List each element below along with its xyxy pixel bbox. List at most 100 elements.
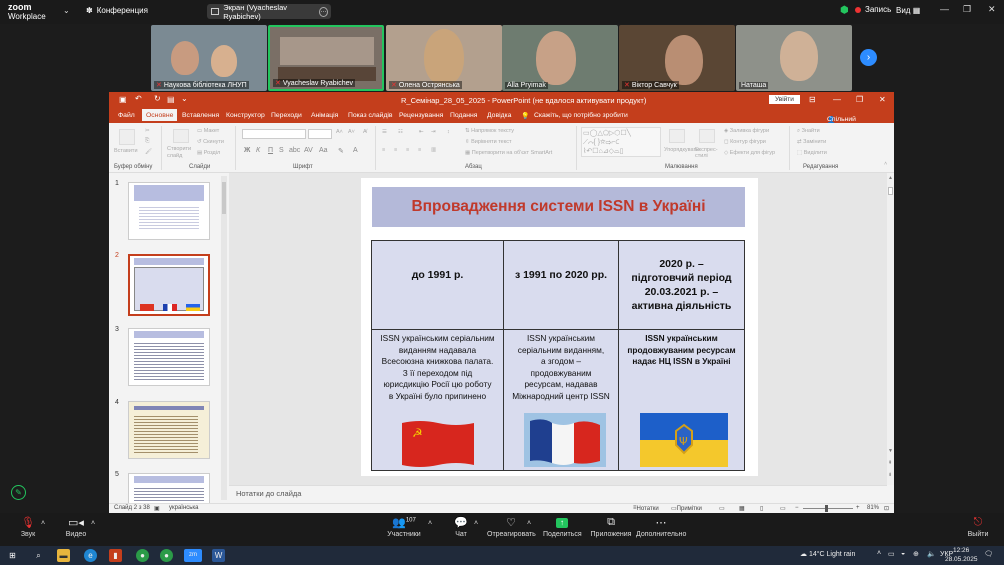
numbering-icon[interactable]: ☷ <box>398 129 403 135</box>
highlight-icon[interactable]: ✎ <box>338 147 344 155</box>
screen-share-indicator[interactable]: Экран (Vyacheslav Ryabichev) ··· <box>207 3 331 21</box>
shadow-icon[interactable]: S <box>279 147 284 154</box>
section-button[interactable]: ▤ Розділ <box>197 150 220 156</box>
chat-options-icon[interactable]: ˄ <box>474 520 478 527</box>
restore-icon[interactable]: ❐ <box>963 4 971 15</box>
comments-toggle[interactable]: ▭ Примітки <box>671 505 702 512</box>
tab-animations[interactable]: Анімація <box>311 112 338 119</box>
video-button[interactable]: ▭◂ Видео <box>64 516 88 538</box>
tab-file[interactable]: Файл <box>118 112 135 119</box>
chat-button[interactable]: 💬 Чат <box>450 516 472 538</box>
tab-help[interactable]: Довідка <box>487 112 511 119</box>
slide-thumbnail[interactable] <box>128 182 210 240</box>
layout-button[interactable]: ▭ Макет <box>197 128 219 134</box>
align-center-icon[interactable]: ≡ <box>394 147 397 153</box>
tab-view[interactable]: Подання <box>450 112 477 119</box>
slideshow-view-icon[interactable]: ▭ <box>780 505 786 512</box>
shape-fill-button[interactable]: ◈ Заливка фігури <box>724 128 769 134</box>
scrollbar-thumb[interactable] <box>888 187 893 195</box>
align-right-icon[interactable]: ≡ <box>406 147 409 153</box>
participant-tile[interactable]: Наташа <box>736 25 852 91</box>
italic-icon[interactable]: К <box>256 147 260 154</box>
tray-expand-icon[interactable]: ˄ <box>877 550 881 557</box>
bold-icon[interactable]: Ж <box>244 147 250 154</box>
search-icon[interactable]: ⌕ <box>32 549 45 562</box>
participant-tile[interactable]: ✕ Наукова бібліотека ЛНУП <box>151 25 267 91</box>
language-indicator[interactable]: українська <box>169 505 199 511</box>
normal-view-icon[interactable]: ▭ <box>719 505 725 512</box>
thumbnails-scrollbar[interactable] <box>221 176 227 500</box>
tab-review[interactable]: Рецензування <box>399 112 443 119</box>
notes-pane[interactable]: Нотатки до слайда <box>229 485 887 503</box>
audio-button[interactable]: 🎙 Звук <box>16 516 40 538</box>
leave-button[interactable]: ⎋ Выйти <box>965 516 991 538</box>
spacing-icon[interactable]: AV <box>304 147 313 154</box>
slide-sorter-icon[interactable]: ▦ <box>739 505 745 512</box>
underline-icon[interactable]: П <box>268 147 273 154</box>
view-button[interactable]: Вид ▦ <box>896 6 920 15</box>
windows-start-icon[interactable]: ⊞ <box>6 549 19 562</box>
font-size-select[interactable] <box>308 129 332 139</box>
outdent-icon[interactable]: ⇥ <box>431 129 436 135</box>
chevron-down-icon[interactable]: ⌄ <box>63 6 70 15</box>
slide-table[interactable]: до 1991 р. з 1991 по 2020 рр. 2020 р. – … <box>371 240 745 471</box>
paste-button[interactable] <box>119 129 135 145</box>
select-button[interactable]: ⬚ Виділити <box>797 150 827 156</box>
slide-scrollbar[interactable]: ▲ ▼ ⇞ ⇟ <box>887 173 894 485</box>
globe-icon[interactable]: ⊕ <box>913 550 919 558</box>
line-spacing-icon[interactable]: ↕ <box>447 129 450 135</box>
clear-format-icon[interactable]: A̸ <box>363 129 367 135</box>
quick-styles-button[interactable] <box>699 129 715 143</box>
minimize-icon[interactable]: — <box>833 95 841 104</box>
network-icon[interactable]: ◒ <box>901 550 905 557</box>
tell-me-search[interactable]: Скажіть, що потрібно зробити <box>534 112 628 119</box>
copy-icon[interactable]: ⎘ <box>145 138 149 145</box>
spellcheck-icon[interactable]: ▣ <box>154 505 160 512</box>
collapse-ribbon-icon[interactable]: ˄ <box>884 161 887 167</box>
ribbon-display-icon[interactable]: ⊟ <box>809 95 816 104</box>
tab-insert[interactable]: Вставлення <box>182 112 219 119</box>
scrollbar-thumb[interactable] <box>222 182 226 214</box>
volume-icon[interactable]: 🔈 <box>927 550 936 558</box>
slide-thumbnail[interactable] <box>128 328 210 386</box>
grow-font-icon[interactable]: A˄ <box>336 129 343 135</box>
tab-transitions[interactable]: Переходи <box>271 112 302 119</box>
arrange-button[interactable] <box>669 129 685 143</box>
minimize-icon[interactable]: — <box>940 4 949 14</box>
close-icon[interactable]: ✕ <box>879 95 886 104</box>
notifications-icon[interactable]: 🗨 <box>984 550 993 558</box>
zoom-slider[interactable] <box>803 505 853 512</box>
react-options-icon[interactable]: ˄ <box>527 520 531 527</box>
find-button[interactable]: ⌕ Знайти <box>797 128 820 135</box>
format-painter-icon[interactable]: 🖌 <box>145 149 152 155</box>
save-icon[interactable]: ▣ <box>119 95 127 104</box>
notes-toggle[interactable]: ≡ Нотатки <box>633 505 659 512</box>
justify-icon[interactable]: ≡ <box>418 147 421 153</box>
slide-canvas[interactable]: Впровадження системи ISSN в Україні до 1… <box>361 178 758 476</box>
zoom-slider-thumb[interactable] <box>825 505 828 512</box>
font-family-select[interactable] <box>242 129 306 139</box>
participant-tile[interactable]: ✕ Олена Острянська <box>386 25 502 91</box>
video-options-icon[interactable]: ˄ <box>91 520 95 527</box>
prev-slide-icon[interactable]: ⇞ <box>888 460 892 466</box>
slide-thumbnail[interactable] <box>128 473 210 503</box>
case-icon[interactable]: Aa <box>319 147 328 154</box>
next-page-button[interactable]: › <box>860 49 877 66</box>
indent-icon[interactable]: ⇤ <box>419 129 424 135</box>
zoom-out-icon[interactable]: − <box>795 505 799 511</box>
new-slide-button[interactable] <box>173 129 189 143</box>
start-slideshow-icon[interactable]: ▤ <box>167 95 175 104</box>
cut-icon[interactable]: ✂ <box>145 128 150 134</box>
participant-tile-active[interactable]: ✕ Vyacheslav Ryabichev <box>268 25 384 91</box>
zoom-app-icon[interactable]: zm <box>184 549 202 562</box>
tab-design[interactable]: Конструктор <box>226 112 265 119</box>
convert-smartart-button[interactable]: ▦ Перетворити на об'єкт SmartArt <box>465 150 552 156</box>
replace-button[interactable]: ⇄ Замінити <box>797 139 826 145</box>
align-text-button[interactable]: ⇳ Вирівняти текст <box>465 139 511 145</box>
columns-icon[interactable]: ▥ <box>431 147 436 153</box>
bullets-icon[interactable]: ☰ <box>382 129 387 135</box>
participant-tile[interactable]: Alla Pryimak <box>502 25 618 91</box>
slide-title[interactable]: Впровадження системи ISSN в Україні <box>372 187 745 227</box>
shapes-gallery[interactable]: ▭◯△⬠▷⬡☐╲ ⟋⌒{ }☆⇨⌐⊂ ⌇↶☐⌂⊿◇⌓▯ <box>581 127 661 157</box>
clock-date[interactable]: 28.05.2025 <box>945 556 978 563</box>
